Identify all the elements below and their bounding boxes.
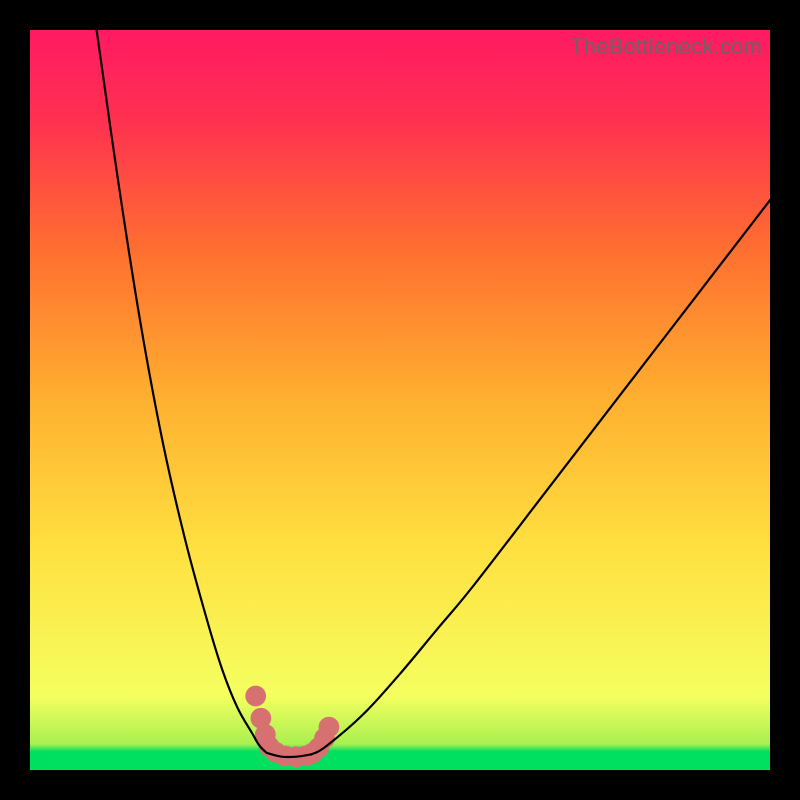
valley-marker-dot — [245, 686, 266, 707]
curve-right-branch — [311, 200, 770, 754]
valley-marker-dot — [319, 717, 340, 738]
plot-area: TheBottleneck.com — [30, 30, 770, 770]
valley-markers — [245, 686, 339, 767]
curve-left-branch — [97, 30, 267, 753]
watermark-text: TheBottleneck.com — [570, 34, 762, 60]
chart-frame: TheBottleneck.com — [0, 0, 800, 800]
curve-layer — [30, 30, 770, 770]
